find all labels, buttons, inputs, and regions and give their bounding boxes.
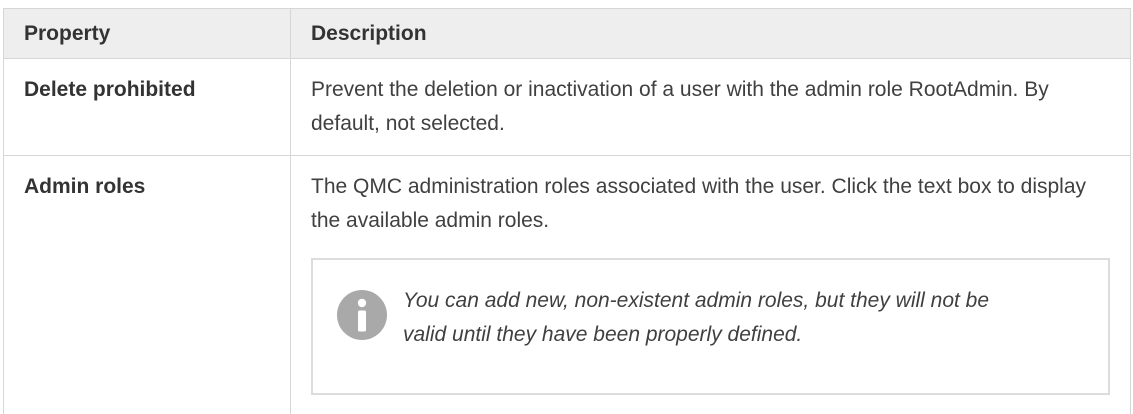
table-header: Property Description — [3, 8, 1131, 59]
table-row: Delete prohibited Prevent the deletion o… — [3, 58, 1131, 156]
header-description: Description — [290, 8, 1131, 59]
description-cell: Prevent the deletion or inactivation of … — [290, 58, 1131, 156]
properties-table: Property Description Delete prohibited P… — [3, 8, 1131, 414]
note-box: You can add new, non-existent admin role… — [311, 258, 1110, 395]
header-row: Property Description — [3, 8, 1131, 59]
note-text: You can add new, non-existent admin role… — [403, 289, 990, 346]
table-body: Delete prohibited Prevent the deletion o… — [3, 58, 1131, 414]
property-cell: Admin roles — [3, 155, 291, 414]
description-cell: The QMC administration roles associated … — [290, 155, 1131, 414]
info-icon — [337, 290, 387, 340]
table-row: Admin roles The QMC administration roles… — [3, 155, 1131, 414]
header-property: Property — [3, 8, 291, 59]
description-text: The QMC administration roles associated … — [311, 175, 1087, 232]
property-cell: Delete prohibited — [3, 58, 291, 156]
